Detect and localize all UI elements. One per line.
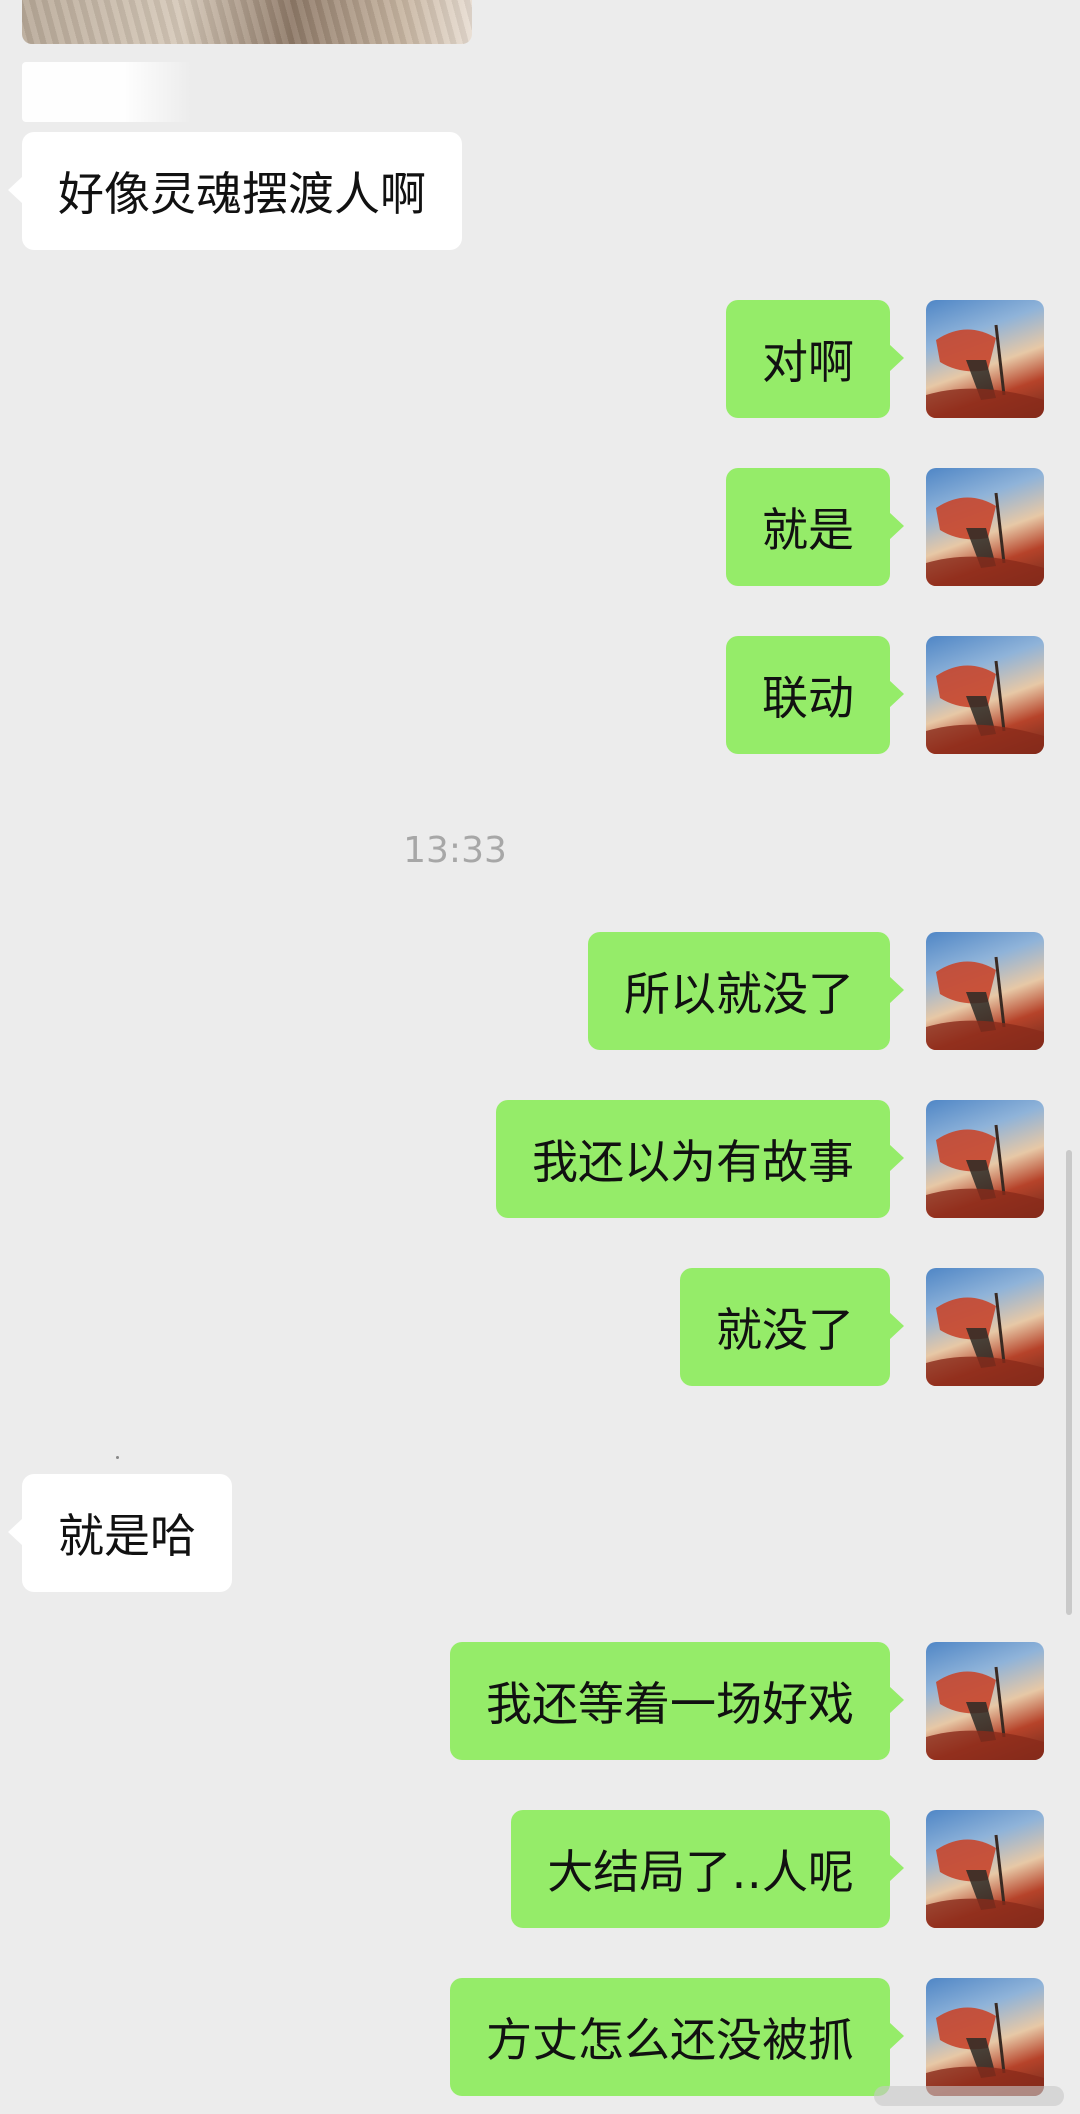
- user-avatar[interactable]: [926, 1978, 1044, 2096]
- message-text: 好像灵魂摆渡人啊: [58, 167, 426, 221]
- message-text: 大结局了‥人呢: [547, 1845, 854, 1899]
- message-text: 对啊: [762, 335, 854, 389]
- message-row: 联动: [0, 636, 1080, 754]
- message-text: 就是: [762, 503, 854, 557]
- user-avatar[interactable]: [926, 932, 1044, 1050]
- avatar-image-icon: [926, 2002, 1044, 2096]
- chat-view: 好像灵魂摆渡人啊 对啊 就是 联动 13:33 所以就没了 我还以为有故事 就没…: [0, 0, 1080, 2114]
- message-row: 大结局了‥人呢: [0, 1810, 1080, 1928]
- user-avatar[interactable]: [926, 1268, 1044, 1386]
- message-row: 对啊: [0, 300, 1080, 418]
- message-row: 我还以为有故事: [0, 1100, 1080, 1218]
- avatar-image-icon: [926, 1666, 1044, 1760]
- outgoing-message-bubble[interactable]: 就是: [726, 468, 904, 586]
- user-avatar[interactable]: [926, 1642, 1044, 1760]
- avatar-image-icon: [926, 1834, 1044, 1928]
- message-row: 方丈怎么还没被抓: [0, 1978, 1080, 2096]
- avatar-image-icon: [926, 492, 1044, 586]
- user-avatar[interactable]: [926, 300, 1044, 418]
- message-row: 就是: [0, 468, 1080, 586]
- message-text: 我还以为有故事: [532, 1135, 854, 1189]
- message-text: 方丈怎么还没被抓: [486, 2013, 854, 2067]
- user-avatar[interactable]: [926, 1100, 1044, 1218]
- outgoing-message-bubble[interactable]: 方丈怎么还没被抓: [450, 1978, 904, 2096]
- message-row: 好像灵魂摆渡人啊: [0, 132, 1080, 250]
- avatar-image-icon: [926, 1292, 1044, 1386]
- image-message-thumbnail[interactable]: [22, 0, 472, 44]
- outgoing-message-bubble[interactable]: 所以就没了: [588, 932, 904, 1050]
- watermark-overlay: [874, 2086, 1064, 2106]
- sender-name-residue: [116, 1456, 119, 1459]
- outgoing-message-bubble[interactable]: 联动: [726, 636, 904, 754]
- message-row: 就没了: [0, 1268, 1080, 1386]
- incoming-message-bubble[interactable]: 就是哈: [8, 1474, 232, 1592]
- message-row: 就是哈: [0, 1474, 1080, 1592]
- user-avatar[interactable]: [926, 636, 1044, 754]
- message-timestamp: 13:33: [403, 830, 507, 871]
- message-row: 我还等着一场好戏: [0, 1642, 1080, 1760]
- message-row: 所以就没了: [0, 932, 1080, 1050]
- outgoing-message-bubble[interactable]: 大结局了‥人呢: [511, 1810, 904, 1928]
- message-text: 所以就没了: [624, 967, 854, 1021]
- avatar-image-icon: [926, 1124, 1044, 1218]
- message-text: 我还等着一场好戏: [486, 1677, 854, 1731]
- avatar-image-icon: [926, 956, 1044, 1050]
- message-text: 就是哈: [58, 1509, 196, 1563]
- message-text: 联动: [762, 671, 854, 725]
- user-avatar[interactable]: [926, 468, 1044, 586]
- incoming-message-bubble[interactable]: 好像灵魂摆渡人啊: [8, 132, 462, 250]
- vertical-scrollbar[interactable]: [1066, 1150, 1072, 1615]
- outgoing-message-bubble[interactable]: 对啊: [726, 300, 904, 418]
- user-avatar[interactable]: [926, 1810, 1044, 1928]
- sender-name-redacted: [22, 62, 192, 122]
- outgoing-message-bubble[interactable]: 就没了: [680, 1268, 904, 1386]
- outgoing-message-bubble[interactable]: 我还以为有故事: [496, 1100, 904, 1218]
- avatar-image-icon: [926, 660, 1044, 754]
- outgoing-message-bubble[interactable]: 我还等着一场好戏: [450, 1642, 904, 1760]
- message-text: 就没了: [716, 1303, 854, 1357]
- avatar-image-icon: [926, 324, 1044, 418]
